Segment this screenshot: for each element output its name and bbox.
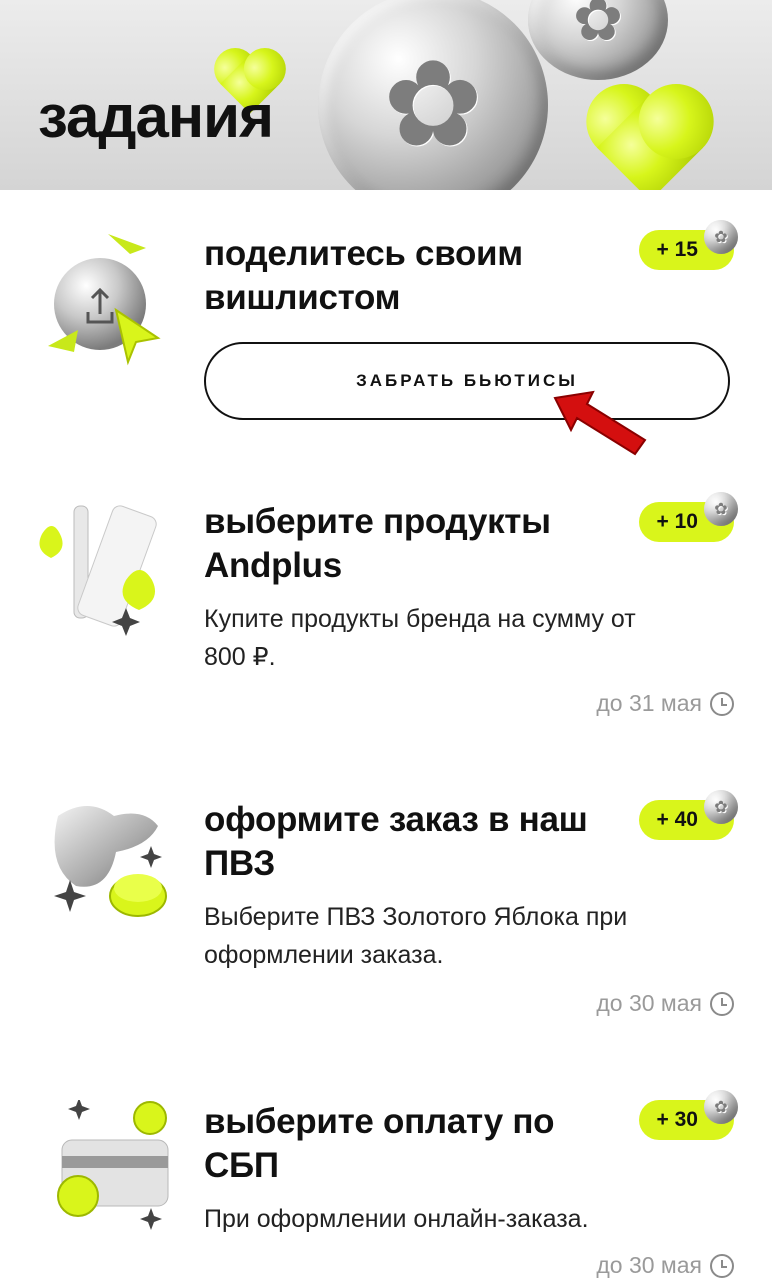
task-title: поделитесь своим вишлистом — [204, 234, 523, 317]
task-card: выберите оплату по СБП + 30 ✿ При оформл… — [0, 1056, 772, 1280]
task-card: поделитесь своим вишлистом + 15 ✿ ЗАБРАТ… — [0, 190, 772, 460]
share-icon — [48, 234, 161, 366]
reward-badge: + 15 ✿ — [638, 220, 738, 270]
task-deadline: до 30 мая — [596, 1252, 734, 1279]
coin-icon: ✿ — [704, 492, 738, 526]
payment-card-icon — [57, 1100, 169, 1230]
task-title: оформите заказ в наш ПВЗ — [204, 800, 588, 883]
task-deadline: до 30 мая — [596, 990, 734, 1017]
coin-icon: ✿ — [704, 1090, 738, 1124]
task-deadline: до 31 мая — [596, 690, 734, 717]
coin-icon: ✿ — [704, 790, 738, 824]
task-title: выберите оплату по СБП — [204, 1102, 555, 1185]
task-description: При оформлении онлайн-заказа. — [204, 1205, 589, 1233]
clock-icon — [710, 991, 734, 1016]
task-title: выберите продукты Andplus — [204, 502, 551, 585]
red-arrow-pointer-icon — [553, 390, 647, 456]
reward-badge: + 40 ✿ — [638, 790, 738, 840]
clock-icon — [710, 1253, 734, 1278]
reward-badge: + 30 ✿ — [638, 1090, 738, 1140]
reward-badge: + 10 ✿ — [638, 492, 738, 542]
products-icon — [39, 505, 157, 636]
coin-icon: ✿ — [704, 220, 738, 254]
pickup-point-icon — [54, 806, 167, 917]
coin-icon: ✿ — [318, 0, 548, 190]
page-header: ✿ ✿ задания — [0, 0, 772, 190]
clock-icon — [710, 691, 734, 716]
task-card: оформите заказ в наш ПВЗ + 40 ✿ Выберите… — [0, 756, 772, 1058]
task-description: Выберите ПВЗ Золотого Яблока при оформле… — [204, 903, 628, 969]
task-description: Купите продукты бренда на сумму от 800 ₽… — [204, 605, 636, 671]
page-title: задания — [38, 83, 274, 150]
task-card: выберите продукты Andplus + 10 ✿ Купите … — [0, 458, 772, 758]
